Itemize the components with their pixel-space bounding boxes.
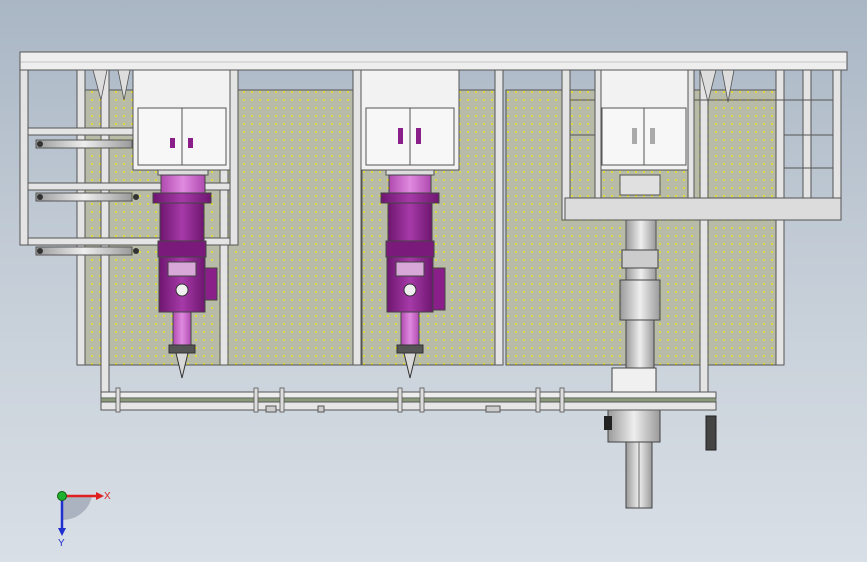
y-axis-label: Y [58,538,65,549]
bottom-rail [100,387,717,413]
mesh-panel-2 [227,89,357,366]
cad-viewport[interactable]: X Y [0,0,867,562]
x-axis-label: X [104,491,111,502]
axis-triad-icon: X Y [57,491,111,549]
cylinder-3 [35,246,139,256]
cylinder-1 [35,139,139,149]
cabinet-2 [360,69,460,171]
cabinet-1 [132,69,231,171]
cabinet-3 [597,69,691,171]
cylinder-2 [35,192,139,202]
top-frame [19,51,848,71]
